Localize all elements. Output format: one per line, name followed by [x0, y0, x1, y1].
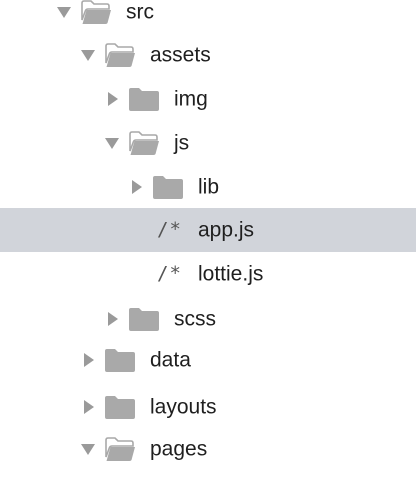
tree-row-pages[interactable]: pages — [0, 427, 416, 471]
js-file-icon: /* — [157, 218, 182, 241]
chevron-right-icon[interactable] — [127, 178, 145, 196]
tree-row-label: scss — [174, 307, 216, 331]
folder-icon — [104, 394, 136, 420]
js-file-icon: /* — [157, 262, 182, 285]
folder-icon — [152, 174, 184, 200]
folder-open-icon — [104, 42, 136, 68]
file-tree: src assets img js lib /* app.js /* lotti… — [0, 0, 416, 480]
chevron-down-icon[interactable] — [79, 46, 97, 64]
folder-icon — [104, 347, 136, 373]
tree-row-label: lottie.js — [198, 262, 264, 286]
tree-row-label: assets — [150, 43, 211, 67]
tree-row-assets[interactable]: assets — [0, 33, 416, 77]
folder-icon — [128, 86, 160, 112]
folder-open-icon — [80, 0, 112, 25]
tree-row-layouts[interactable]: layouts — [0, 385, 416, 429]
folder-icon — [128, 306, 160, 332]
tree-row-scss[interactable]: scss — [0, 297, 416, 341]
tree-row-data[interactable]: data — [0, 338, 416, 382]
tree-row-label: data — [150, 348, 191, 372]
tree-row-label: js — [174, 131, 190, 155]
tree-row-label: src — [126, 0, 154, 24]
folder-open-icon — [104, 436, 136, 462]
chevron-right-icon[interactable] — [79, 351, 97, 369]
tree-row-lib[interactable]: lib — [0, 165, 416, 209]
chevron-down-icon[interactable] — [55, 3, 73, 21]
tree-row-app-js[interactable]: /* app.js — [0, 208, 416, 252]
tree-row-label: layouts — [150, 395, 217, 419]
tree-row-label: app.js — [198, 218, 255, 242]
tree-row-img[interactable]: img — [0, 77, 416, 121]
chevron-down-icon[interactable] — [103, 134, 121, 152]
tree-row-label: img — [174, 87, 208, 111]
chevron-down-icon[interactable] — [79, 440, 97, 458]
tree-row-label: pages — [150, 437, 208, 461]
chevron-right-icon[interactable] — [103, 90, 121, 108]
folder-open-icon — [128, 130, 160, 156]
chevron-right-icon[interactable] — [103, 310, 121, 328]
tree-row-label: lib — [198, 175, 220, 199]
tree-row-js[interactable]: js — [0, 121, 416, 165]
tree-row-src[interactable]: src — [0, 0, 416, 34]
chevron-right-icon[interactable] — [79, 398, 97, 416]
tree-row-lottie-js[interactable]: /* lottie.js — [0, 252, 416, 296]
